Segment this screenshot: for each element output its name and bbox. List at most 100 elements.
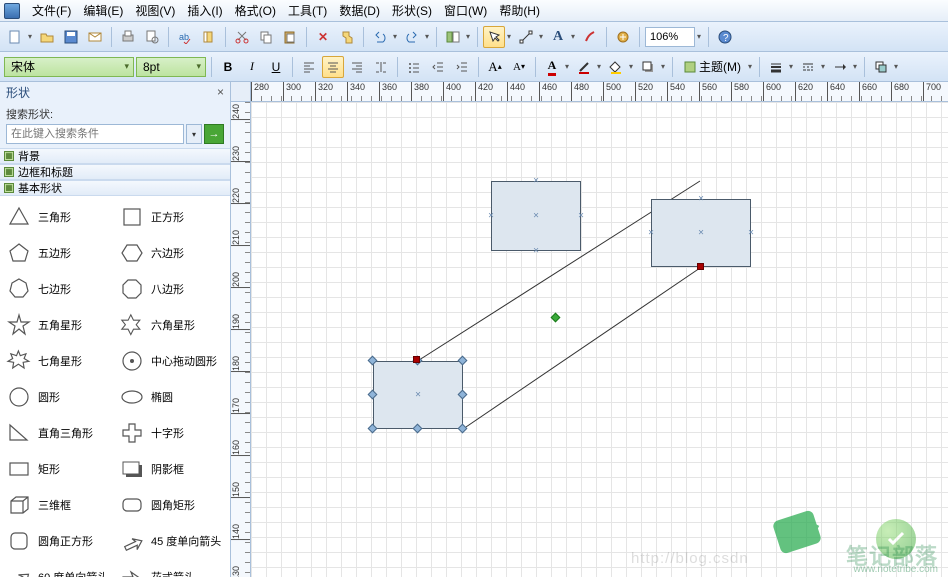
arrange-button[interactable] [870, 56, 892, 78]
increase-font-button[interactable]: A▴ [484, 56, 506, 78]
shape-stencil-cube[interactable]: 三维框 [4, 492, 113, 518]
shape-label: 三维框 [38, 497, 71, 513]
font-name-combo[interactable]: 宋体 [4, 57, 134, 77]
shape-stencil-cross[interactable]: 十字形 [117, 420, 226, 446]
paste-button[interactable] [279, 26, 301, 48]
connector-midpoint-handle[interactable] [551, 313, 561, 323]
shape-stencil-square[interactable]: 正方形 [117, 204, 226, 230]
shape-stencil-triangle[interactable]: 三角形 [4, 204, 113, 230]
shape-stencil-hexagon[interactable]: 六边形 [117, 240, 226, 266]
zoom-combo[interactable]: 106% [645, 27, 695, 47]
shape-stencil-round-square[interactable]: 圆角正方形 [4, 528, 113, 554]
shape-label: 阴影框 [151, 461, 184, 477]
bullets-button[interactable] [403, 56, 425, 78]
cut-button[interactable] [231, 26, 253, 48]
connector-endpoint-handle[interactable] [413, 356, 420, 363]
shape-stencil-ellipse[interactable]: 椭圆 [117, 384, 226, 410]
open-button[interactable] [36, 26, 58, 48]
bold-button[interactable]: B [217, 56, 239, 78]
shape-stencil-circle[interactable]: 圆形 [4, 384, 113, 410]
shape-stencil-star7[interactable]: 七角星形 [4, 348, 113, 374]
menu-insert[interactable]: 插入(I) [181, 0, 228, 21]
shape-stencil-star6[interactable]: 六角星形 [117, 312, 226, 338]
font-color-button[interactable]: A [541, 56, 563, 78]
copy-button[interactable] [255, 26, 277, 48]
pointer-tool-button[interactable] [483, 26, 505, 48]
text-tool-button[interactable]: A [547, 26, 569, 48]
shape-stencil-pentagon[interactable]: 五边形 [4, 240, 113, 266]
vertical-ruler: 240230220210200190180170160150140130 [231, 102, 251, 577]
panel-close-button[interactable]: × [217, 85, 224, 99]
help-button[interactable]: ? [714, 26, 736, 48]
menu-help[interactable]: 帮助(H) [493, 0, 546, 21]
decrease-font-button[interactable]: A▾ [508, 56, 530, 78]
font-size-combo[interactable]: 8pt [136, 57, 206, 77]
canvas[interactable]: × × × × × × × × × × http://blog.csdn [251, 102, 948, 577]
line-ends-button[interactable] [829, 56, 851, 78]
menu-edit[interactable]: 编辑(E) [77, 0, 129, 21]
connectors-layer [251, 102, 948, 577]
shape-stencil-arrow45[interactable]: 45 度单向箭头 [117, 528, 226, 554]
underline-button[interactable]: U [265, 56, 287, 78]
menu-shape[interactable]: 形状(S) [386, 0, 438, 21]
shape-stencil-circle-target[interactable]: 中心拖动圆形 [117, 348, 226, 374]
search-go-button[interactable]: → [204, 124, 224, 144]
shape-label: 60 度单向箭头 [38, 569, 108, 577]
menu-format[interactable]: 格式(O) [229, 0, 282, 21]
align-center-button[interactable] [322, 56, 344, 78]
auto-connect-button[interactable] [612, 26, 634, 48]
redo-button[interactable] [401, 26, 423, 48]
format-painter-button[interactable] [336, 26, 358, 48]
menu-view[interactable]: 视图(V) [129, 0, 181, 21]
shape-stencil-shadow-box[interactable]: 阴影框 [117, 456, 226, 482]
category-basic-shapes[interactable]: ▦基本形状 [0, 180, 230, 196]
distribute-button[interactable] [370, 56, 392, 78]
align-left-button[interactable] [298, 56, 320, 78]
print-button[interactable] [117, 26, 139, 48]
undo-button[interactable] [369, 26, 391, 48]
align-right-button[interactable] [346, 56, 368, 78]
ink-tool-button[interactable] [579, 26, 601, 48]
connector-tool-button[interactable] [515, 26, 537, 48]
shape-stencil-round-rect[interactable]: 圆角矩形 [117, 492, 226, 518]
theme-button[interactable]: 主题(M) [678, 56, 746, 78]
new-button[interactable] [4, 26, 26, 48]
connector-endpoint-handle[interactable] [697, 263, 704, 270]
drawing-area: 2803003203403603804004204404604805005205… [231, 82, 948, 577]
search-dropdown-button[interactable]: ▾ [186, 124, 202, 144]
selection-handle[interactable] [458, 424, 468, 434]
shape-stencil-octagon[interactable]: 八边形 [117, 276, 226, 302]
decrease-indent-button[interactable] [427, 56, 449, 78]
shape-stencil-star5[interactable]: 五角星形 [4, 312, 113, 338]
research-button[interactable] [198, 26, 220, 48]
line-pattern-button[interactable] [797, 56, 819, 78]
shape-label: 十字形 [151, 425, 184, 441]
ellipse-icon [119, 386, 145, 408]
category-borders-titles[interactable]: ▦边框和标题 [0, 164, 230, 180]
menu-tools[interactable]: 工具(T) [282, 0, 333, 21]
menu-window[interactable]: 窗口(W) [438, 0, 493, 21]
shape-label: 六角星形 [151, 317, 195, 333]
conn-point-icon: × [648, 228, 654, 239]
menu-file[interactable]: 文件(F) [26, 0, 77, 21]
email-button[interactable] [84, 26, 106, 48]
italic-button[interactable]: I [241, 56, 263, 78]
shape-stencil-fancy-arrow[interactable]: 花式箭头 [117, 564, 226, 577]
shape-stencil-arrow60[interactable]: 60 度单向箭头 [4, 564, 113, 577]
delete-button[interactable]: ✕ [312, 26, 334, 48]
shape-stencil-right-triangle[interactable]: 直角三角形 [4, 420, 113, 446]
spellcheck-button[interactable]: ab [174, 26, 196, 48]
shapes-pane-button[interactable] [442, 26, 464, 48]
save-button[interactable] [60, 26, 82, 48]
menu-data[interactable]: 数据(D) [333, 0, 386, 21]
line-weight-button[interactable] [765, 56, 787, 78]
fill-color-button[interactable] [605, 56, 627, 78]
print-preview-button[interactable] [141, 26, 163, 48]
line-color-button[interactable] [573, 56, 595, 78]
shape-stencil-rect[interactable]: 矩形 [4, 456, 113, 482]
search-input[interactable] [6, 124, 184, 144]
shadow-button[interactable] [637, 56, 659, 78]
increase-indent-button[interactable] [451, 56, 473, 78]
category-background[interactable]: ▦背景 [0, 148, 230, 164]
shape-stencil-heptagon[interactable]: 七边形 [4, 276, 113, 302]
